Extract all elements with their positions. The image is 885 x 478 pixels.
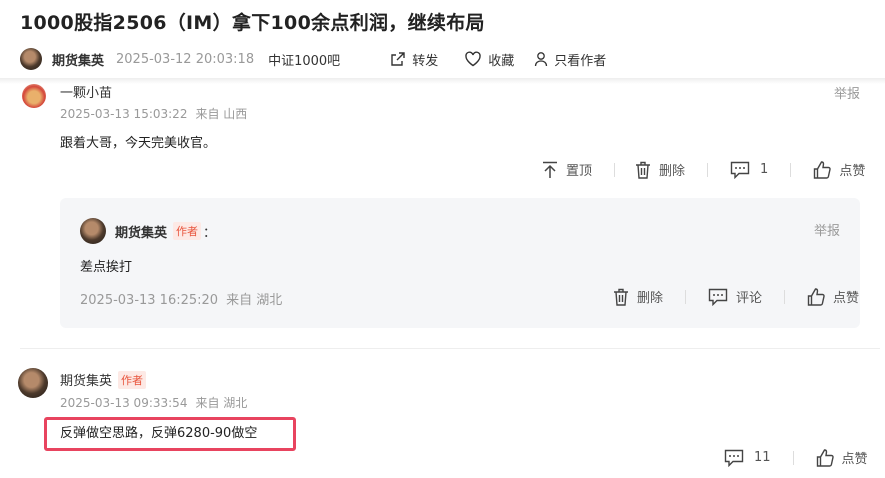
reply-delete-button[interactable]: 删除	[613, 287, 663, 306]
pin-label: 置顶	[566, 164, 593, 179]
comment2-avatar[interactable]	[18, 368, 48, 398]
post-title: 1000股指2506（IM）拿下100余点利润，继续布局	[20, 12, 485, 34]
separator	[685, 289, 687, 304]
only-author-label: 只看作者	[554, 53, 607, 69]
comment1-location: 来自 山西	[195, 107, 248, 121]
separator	[784, 289, 786, 304]
author-badge: 作者	[173, 222, 202, 240]
user-icon	[535, 52, 548, 67]
comment2-time: 2025-03-13 09:33:54	[60, 396, 188, 410]
separator	[707, 162, 709, 177]
reply-actions: 删除 评论 点赞	[613, 287, 859, 306]
separator	[790, 162, 792, 177]
trash-icon	[636, 161, 651, 179]
collect-label: 收藏	[488, 53, 515, 69]
reply-user[interactable]: 期货集英	[115, 222, 167, 241]
trash-icon	[614, 288, 628, 306]
author-badge: 作者	[118, 370, 147, 389]
comment2-location: 来自 湖北	[195, 396, 248, 410]
pin-top-icon	[543, 161, 557, 178]
reply-count-button[interactable]: 1	[730, 161, 768, 179]
comment-icon	[708, 288, 728, 306]
comment-divider	[20, 348, 880, 349]
comment1-report-link[interactable]: 举报	[834, 83, 860, 102]
forward-label: 转发	[412, 53, 439, 69]
comment2-like-button[interactable]: 点赞	[816, 448, 868, 467]
header-shadow	[0, 78, 885, 84]
comment1-time: 2025-03-13 15:03:22	[60, 107, 188, 121]
thumbs-up-icon	[807, 287, 825, 306]
forward-button[interactable]: 转发	[390, 50, 438, 69]
reply-comment-label: 评论	[736, 291, 763, 306]
collect-button[interactable]: 收藏	[464, 50, 514, 69]
reply-header: 期货集英 作者 ：	[80, 218, 216, 244]
delete-label: 删除	[659, 164, 686, 179]
comment1-avatar[interactable]	[22, 84, 46, 108]
heart-icon	[465, 51, 481, 67]
comment2-like-label: 点赞	[841, 452, 868, 467]
comment2-user[interactable]: 期货集英	[60, 370, 112, 389]
post-meta: 期货集英 2025-03-12 20:03:18 中证1000吧 转发 收藏 只…	[20, 48, 606, 70]
reply-box: 期货集英 作者 ： 举报 差点挨打 2025-03-13 16:25:20 来自 …	[60, 198, 860, 328]
comment-icon	[724, 449, 744, 467]
reply-comment-button[interactable]: 评论	[708, 287, 762, 306]
comment-icon	[730, 161, 750, 179]
like-label: 点赞	[839, 164, 866, 179]
comment1-text: 跟着大哥，今天完美收官。	[60, 136, 217, 151]
comment2-header: 期货集英 作者	[60, 370, 147, 389]
comment1-actions: 置顶 删除 1 点赞	[542, 160, 865, 179]
highlight-box	[44, 417, 296, 451]
reply-like-label: 点赞	[833, 291, 860, 306]
thumbs-up-icon	[814, 160, 832, 179]
reply-avatar[interactable]	[80, 218, 106, 244]
reply-location: 来自 湖北	[226, 293, 283, 308]
only-author-button[interactable]: 只看作者	[534, 50, 606, 69]
separator	[792, 450, 794, 465]
reply-time: 2025-03-13 16:25:20	[80, 293, 219, 308]
comment1-avatar-wrap	[22, 84, 46, 108]
comment1-user[interactable]: 一颗小苗	[60, 82, 112, 101]
delete-button[interactable]: 删除	[635, 160, 685, 179]
reply-colon: ：	[203, 225, 217, 241]
comment1-sub: 2025-03-13 15:03:22 来自 山西	[60, 105, 247, 122]
author-avatar[interactable]	[20, 48, 42, 70]
reply-report-link[interactable]: 举报	[814, 220, 840, 239]
reply-delete-label: 删除	[637, 291, 664, 306]
reply-text: 差点挨打	[80, 260, 133, 275]
share-icon	[391, 52, 405, 66]
like-button[interactable]: 点赞	[813, 160, 865, 179]
thumbs-up-icon	[816, 448, 834, 467]
reply-sub: 2025-03-13 16:25:20 来自 湖北	[80, 289, 282, 308]
reply-count: 1	[760, 162, 769, 177]
post-time: 2025-03-12 20:03:18	[116, 51, 255, 67]
comment2-reply-count-button[interactable]: 11	[724, 449, 771, 467]
bar-link[interactable]: 中证1000吧	[268, 50, 340, 69]
pin-button[interactable]: 置顶	[542, 160, 592, 179]
post-author[interactable]: 期货集英	[52, 50, 104, 69]
comment2-reply-count: 11	[754, 450, 771, 465]
comment2-sub: 2025-03-13 09:33:54 来自 湖北	[60, 394, 247, 411]
reply-like-button[interactable]: 点赞	[807, 287, 859, 306]
comment2-actions: 11 点赞	[724, 448, 868, 467]
separator	[614, 162, 616, 177]
